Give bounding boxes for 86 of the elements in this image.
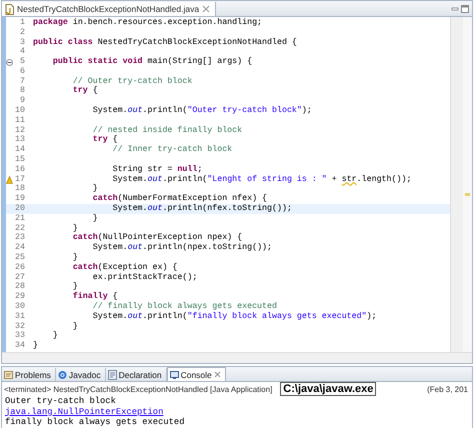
vertical-scrollbar[interactable] <box>450 17 463 352</box>
code-line: } <box>72 253 78 263</box>
view-tab[interactable]: Declaration <box>106 368 167 381</box>
code-line: public static void main(String[] args) { <box>52 57 252 68</box>
line-number: 12 <box>14 126 25 136</box>
code-line: finally { <box>72 292 118 302</box>
code-line: try { <box>72 86 98 96</box>
code-line: ex.printStackTrace(); <box>92 272 198 283</box>
code-line: public class NestedTryCatchBlockExceptionNotHandled { <box>33 38 297 48</box>
code-line: } <box>92 184 98 194</box>
code-line: String str = null; <box>112 164 202 175</box>
line-number: 9 <box>19 96 25 106</box>
line-number: 15 <box>14 155 25 166</box>
code-line: System.out.println("finally block always gets executed"); <box>92 312 377 322</box>
console-status: <terminated> NestedTryCatchBlockExceptionNotHandled [Java Application] <box>4 384 272 394</box>
code-line: // nested inside finally block <box>92 126 242 135</box>
line-number: 31 <box>14 312 25 322</box>
code-line: try { <box>92 135 118 145</box>
line-number: 26 <box>14 262 25 273</box>
code-line: package in.bench.resources.exception.handling; <box>33 18 262 28</box>
code-line: } <box>92 214 98 224</box>
java-file-icon <box>5 4 14 14</box>
line-number: 33 <box>14 331 25 342</box>
line-number: 28 <box>14 282 25 292</box>
code-line: } <box>72 224 78 233</box>
monitor-icon <box>170 370 179 380</box>
code-line: } <box>72 322 78 332</box>
document-icon <box>108 370 117 380</box>
line-number: 17 <box>14 174 25 184</box>
collapse-icon <box>6 58 13 66</box>
code-line: System.out.println("Outer try-catch block"); <box>92 106 312 116</box>
line-number: 30 <box>14 302 25 312</box>
line-number: 27 <box>14 272 25 282</box>
code-line: // Outer try-catch block <box>72 76 192 86</box>
line-number: 20 <box>14 204 25 214</box>
code-line: } <box>33 341 38 352</box>
line-number: 19 <box>14 194 25 204</box>
code-line: catch(NumberFormatException nfex) { <box>92 194 268 204</box>
code-line: System.out.println(npex.toString()); <box>92 243 272 254</box>
code-line: // finally block always gets executed <box>92 302 277 312</box>
code-line: // Inner try-catch block <box>112 145 232 156</box>
line-number: 4 <box>19 47 25 58</box>
line-number: 23 <box>14 233 25 244</box>
line-number: 7 <box>19 76 25 86</box>
line-number: 11 <box>14 116 25 126</box>
line-number: 3 <box>19 38 25 48</box>
line-number: 16 <box>14 164 25 175</box>
path-label: C:\java\javaw.exe <box>280 382 376 396</box>
console-output: finally block always gets executed <box>5 417 186 428</box>
line-number: 1 <box>19 18 25 28</box>
line-number: 25 <box>14 253 25 264</box>
console-output: Outer try-catch block <box>5 396 117 406</box>
warning-list-icon <box>4 370 13 380</box>
warning-marker[interactable] <box>465 193 470 196</box>
close-icon <box>214 371 221 378</box>
code-line: catch(NullPointerException npex) { <box>72 233 242 243</box>
line-number: 21 <box>14 214 25 224</box>
editor-tab[interactable]: NestedTryCatchBlockExceptionNotHandled.java <box>2 2 216 16</box>
line-number: 2 <box>19 28 25 38</box>
line-number: 13 <box>14 135 25 146</box>
code-line: } <box>52 331 58 342</box>
code-line: catch(Exception ex) { <box>72 262 178 273</box>
launch-date: (Feb 3, 201 <box>427 384 469 394</box>
line-number: 29 <box>14 292 25 302</box>
exception-link[interactable]: java.lang.NullPointerException <box>5 406 164 417</box>
view-tab[interactable]: Javadoc <box>56 368 106 381</box>
line-number: 22 <box>14 224 25 234</box>
line-number: 18 <box>14 184 25 194</box>
warning-icon <box>6 176 13 184</box>
line-number: 14 <box>14 145 25 156</box>
view-tab[interactable]: Console <box>166 367 226 381</box>
line-number: 34 <box>14 341 25 352</box>
line-number: 8 <box>19 86 25 96</box>
line-number: 5 <box>19 57 25 68</box>
line-number: 10 <box>14 106 25 116</box>
close-icon <box>202 5 210 13</box>
horizontal-scrollbar[interactable] <box>2 352 472 363</box>
view-tab[interactable]: Problems <box>2 368 56 381</box>
code-line: System.out.println("Lenght of string is : " + str.length()); <box>112 174 412 185</box>
line-number: 32 <box>14 322 25 332</box>
line-number: 24 <box>14 243 25 254</box>
code-line: } <box>72 282 78 292</box>
line-number: 6 <box>19 66 25 77</box>
code-line: System.out.println(nfex.toString()); <box>112 204 292 214</box>
maximize-icon <box>461 4 469 12</box>
minimize-icon <box>451 4 459 12</box>
